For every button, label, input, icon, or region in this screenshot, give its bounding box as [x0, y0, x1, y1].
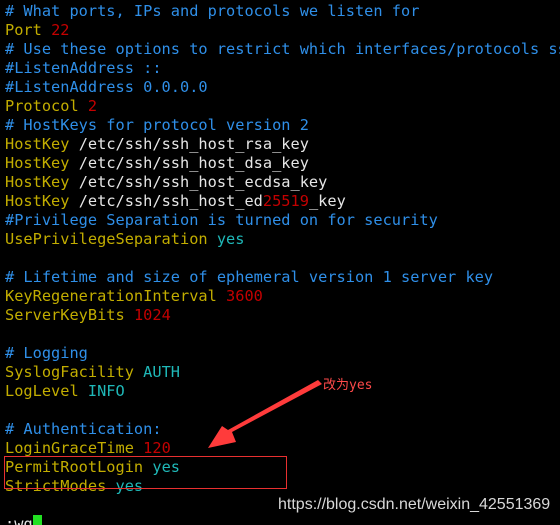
cursor — [32, 515, 42, 525]
terminal-screen[interactable]: # What ports, IPs and protocols we liste… — [0, 0, 560, 525]
annotation-note: 改为yes — [323, 378, 373, 393]
watermark: https://blog.csdn.net/weixin_42551369 — [278, 496, 551, 513]
vim-command-line[interactable]: :wq — [5, 515, 42, 525]
annotation-arrow-icon — [208, 380, 322, 448]
command-text: :wq — [5, 515, 33, 525]
